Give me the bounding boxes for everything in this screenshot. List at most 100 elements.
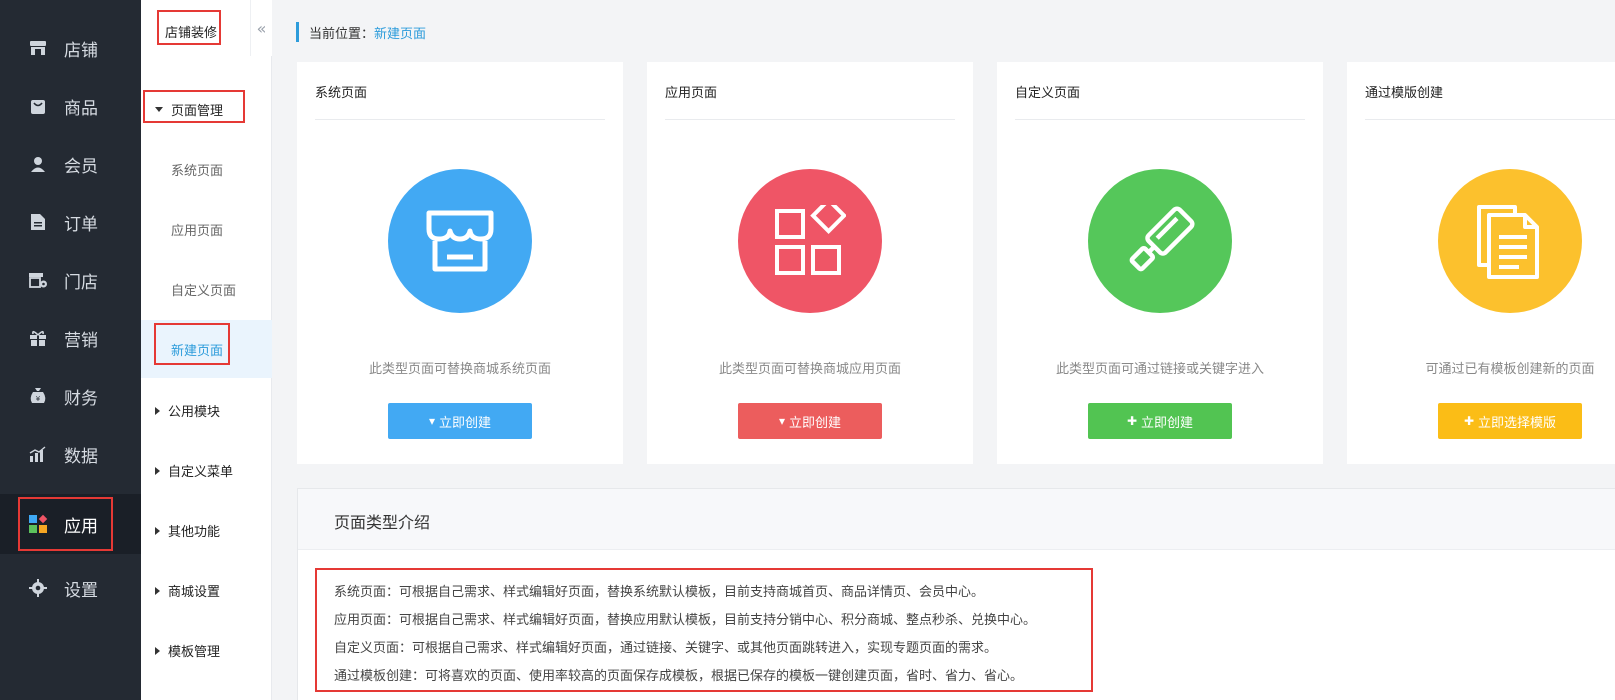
collapse-sidebar-button[interactable]: « [250,0,272,56]
section-label: 商城设置 [168,585,221,600]
section-label: 自定义菜单 [168,465,234,480]
document-icon [28,212,48,232]
sidebar-item-label: 应用页面 [171,223,224,239]
top-decoration: — [56,0,68,6]
button-label: 立即创建 [789,415,842,431]
section-label: 页面管理 [171,104,224,119]
section-custom-menu[interactable]: 自定义菜单 [155,461,233,480]
card-system-page: 系统页面 此类型页面可替换商城系统页面 ▾ 立即创建 [297,62,623,464]
nav-item-label: 应用 [64,516,98,537]
intro-title: 页面类型介绍 [334,513,431,532]
card-divider [1015,119,1305,120]
section-other-functions[interactable]: 其他功能 [155,521,220,540]
caret-right-icon [155,526,160,535]
svg-text:¥: ¥ [36,395,41,403]
nav-item-marketing[interactable]: 营销 [0,308,141,368]
caret-right-icon [155,646,160,655]
nav-item-label: 会员 [64,156,98,177]
nav-item-finance[interactable]: ¥ 财务 [0,366,141,426]
card-divider [315,119,605,120]
paint-roller-icon [1088,169,1232,313]
storefront-icon [388,169,532,313]
intro-line-custom: 自定义页面：可根据自己需求、样式编辑好页面，通过链接、关键字、或其他页面跳转进入… [334,641,998,656]
button-label: 立即选择模版 [1478,415,1557,431]
choose-template-button[interactable]: ✚ 立即选择模版 [1438,403,1582,439]
breadcrumb: 当前位置： 新建页面 [296,22,426,42]
sidebar-item-label: 系统页面 [171,163,224,179]
section-common-modules[interactable]: 公用模块 [155,401,220,420]
breadcrumb-prefix: 当前位置： [309,26,375,42]
intro-text: 系统页面：可根据自己需求、样式编辑好页面，替换系统默认模板，目前支持商城首页、商… [334,579,1036,691]
sidebar-item-system-page[interactable]: 系统页面 [141,140,272,198]
store-icon [28,38,48,58]
nav-item-label: 营销 [64,330,98,351]
caret-down-icon: ▾ [778,414,785,428]
intro-header: 页面类型介绍 [298,489,1615,550]
gift-icon [28,328,48,348]
nav-item-store[interactable]: 店铺 [0,18,141,78]
section-label: 其他功能 [168,525,221,540]
apps-icon [28,514,48,534]
nav-item-orders[interactable]: 订单 [0,192,141,252]
nav-item-apps[interactable]: 应用 [0,494,141,554]
nav-item-label: 商品 [64,98,98,119]
nav-item-label: 数据 [64,446,98,467]
section-template-management[interactable]: 模板管理 [155,641,220,660]
card-app-page: 应用页面 此类型页面可替换商城应用页面 ▾ 立即创建 [647,62,973,464]
card-description: 此类型页面可通过链接或关键字进入 [1055,362,1264,377]
nav-item-label: 店铺 [64,40,98,61]
nav-item-label: 订单 [64,214,98,235]
card-title: 通过模版创建 [1365,86,1444,101]
gear-icon [28,578,48,598]
button-label: 立即创建 [439,415,492,431]
intro-line-app: 应用页面：可根据自己需求、样式编辑好页面，替换应用默认模板，目前支持分销中心、积… [334,613,1037,628]
user-icon [28,154,48,174]
plus-icon: ✚ [1463,414,1475,428]
sidebar-item-custom-page[interactable]: 自定义页面 [141,260,272,318]
card-description: 此类型页面可替换商城系统页面 [368,362,551,377]
create-app-page-button[interactable]: ▾ 立即创建 [738,403,882,439]
card-description: 可通过已有模板创建新的页面 [1425,362,1595,377]
app-grid-icon [738,169,882,313]
caret-right-icon [155,586,160,595]
sidebar-item-label: 自定义页面 [171,283,237,299]
documents-icon [1438,169,1582,313]
card-title: 应用页面 [665,86,718,101]
card-divider [665,119,955,120]
section-label: 公用模块 [168,405,221,420]
nav-item-settings[interactable]: 设置 [0,558,141,618]
double-chevron-left-icon: « [256,18,267,38]
nav-item-stores[interactable]: 门店 [0,250,141,310]
intro-line-template: 通过模板创建：可将喜欢的页面、使用率较高的页面保存成模板，根据已保存的模板一键创… [334,669,1024,684]
nav-item-data[interactable]: 数据 [0,424,141,484]
sidebar-title: 店铺装修 [165,26,218,41]
money-bag-icon: ¥ [28,386,48,406]
plus-icon: ✚ [1126,414,1138,428]
nav-item-members[interactable]: 会员 [0,134,141,194]
section-mall-settings[interactable]: 商城设置 [155,581,220,600]
button-label: 立即创建 [1141,415,1194,431]
card-template-page: 通过模版创建 可通过已有模板创建新的页面 ✚ 立即选择模版 [1347,62,1615,464]
nav-item-label: 设置 [64,580,98,601]
sidebar-item-label: 新建页面 [171,343,224,359]
nav-item-label: 财务 [64,388,98,409]
nav-item-label: 门店 [64,272,98,293]
caret-right-icon [155,406,160,415]
caret-down-icon [155,107,163,112]
create-system-page-button[interactable]: ▾ 立即创建 [388,403,532,439]
section-label: 模板管理 [168,645,221,660]
card-title: 系统页面 [315,86,368,101]
page-type-intro-panel: 页面类型介绍 系统页面：可根据自己需求、样式编辑好页面，替换系统默认模板，目前支… [297,488,1615,700]
sidebar-item-app-page[interactable]: 应用页面 [141,200,272,258]
bag-icon [28,96,48,116]
card-divider [1365,119,1615,120]
section-page-management[interactable]: 页面管理 [155,100,223,119]
create-custom-page-button[interactable]: ✚ 立即创建 [1088,403,1232,439]
shop-settings-icon [28,270,48,290]
sidebar-item-new-page[interactable]: 新建页面 [141,320,272,378]
intro-line-system: 系统页面：可根据自己需求、样式编辑好页面，替换系统默认模板，目前支持商城首页、商… [334,585,985,600]
breadcrumb-current[interactable]: 新建页面 [374,23,426,42]
caret-right-icon [155,466,160,475]
card-description: 此类型页面可替换商城应用页面 [718,362,901,377]
nav-item-goods[interactable]: 商品 [0,76,141,136]
